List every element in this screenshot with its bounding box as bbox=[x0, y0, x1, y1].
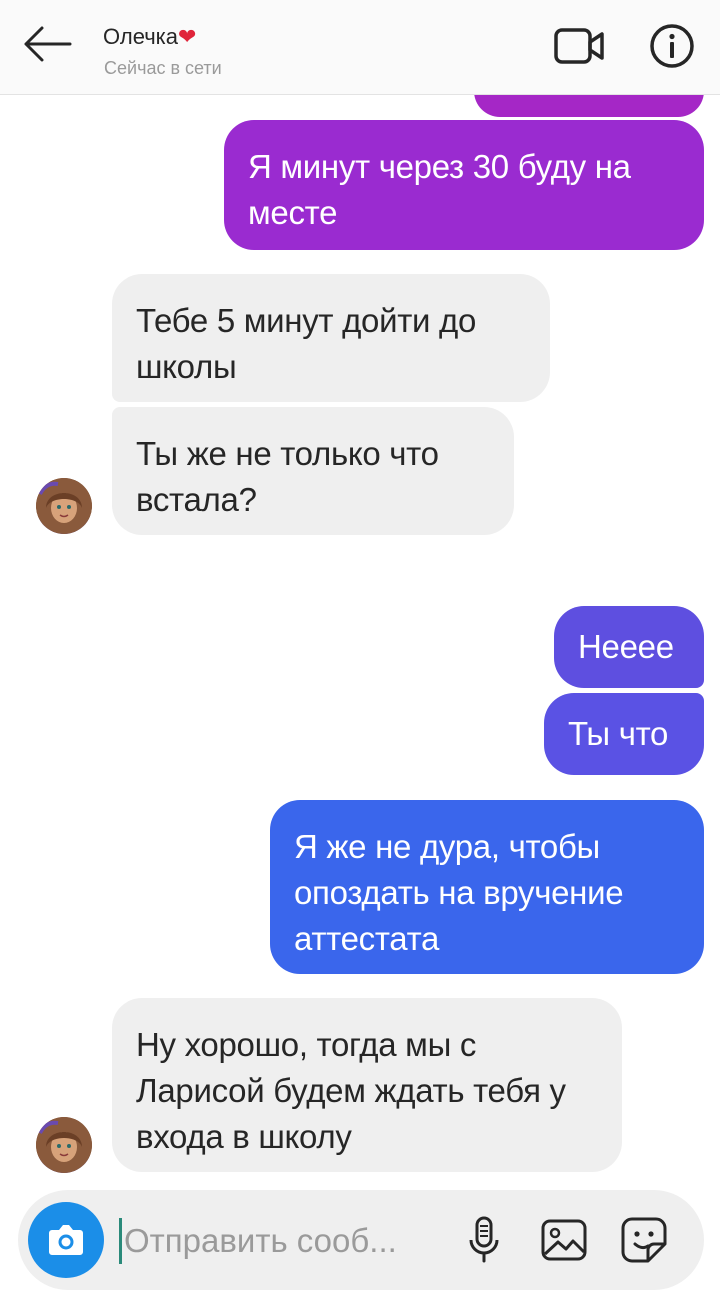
back-arrow-icon bbox=[24, 26, 72, 62]
message-bubble[interactable]: Ну хорошо, тогда мы с Ларисой будем ждат… bbox=[112, 998, 622, 1172]
message-bubble[interactable]: Я минут через 30 буду на месте bbox=[224, 120, 704, 250]
back-button[interactable] bbox=[18, 22, 78, 66]
message-bubble[interactable]: Я же не дура, чтобы опоздать на вручение… bbox=[270, 800, 704, 974]
sticker-icon bbox=[621, 1217, 667, 1263]
info-button[interactable] bbox=[648, 22, 696, 70]
contact-name[interactable]: Олечка❤ bbox=[103, 24, 196, 50]
message-thread[interactable]: Я минут через 30 буду на месте Тебе 5 ми… bbox=[0, 95, 720, 1185]
video-call-button[interactable] bbox=[552, 24, 608, 68]
message-bubble[interactable]: Ты же не только что встала? bbox=[112, 407, 514, 535]
image-gallery-icon bbox=[541, 1219, 587, 1261]
contact-avatar[interactable] bbox=[36, 478, 92, 534]
message-bubble[interactable]: Тебе 5 минут дойти до школы bbox=[112, 274, 550, 402]
sticker-button[interactable] bbox=[618, 1214, 670, 1266]
message-bubble[interactable]: Нееее bbox=[554, 606, 704, 688]
message-bubble-partial[interactable] bbox=[474, 95, 704, 117]
video-camera-icon bbox=[554, 28, 604, 64]
contact-avatar[interactable] bbox=[36, 1117, 92, 1173]
message-bubble[interactable]: Ты что bbox=[544, 693, 704, 775]
heart-emoji: ❤ bbox=[178, 24, 197, 49]
microphone-icon bbox=[469, 1216, 499, 1263]
message-input[interactable] bbox=[122, 1210, 446, 1272]
message-composer bbox=[18, 1190, 704, 1290]
chat-header: Олечка❤ Сейчас в сети bbox=[0, 0, 720, 95]
camera-button[interactable] bbox=[28, 1202, 104, 1278]
voice-message-button[interactable] bbox=[458, 1214, 510, 1266]
online-status: Сейчас в сети bbox=[104, 58, 222, 78]
gallery-button[interactable] bbox=[538, 1214, 590, 1266]
camera-icon bbox=[49, 1225, 83, 1255]
info-icon bbox=[650, 24, 694, 68]
